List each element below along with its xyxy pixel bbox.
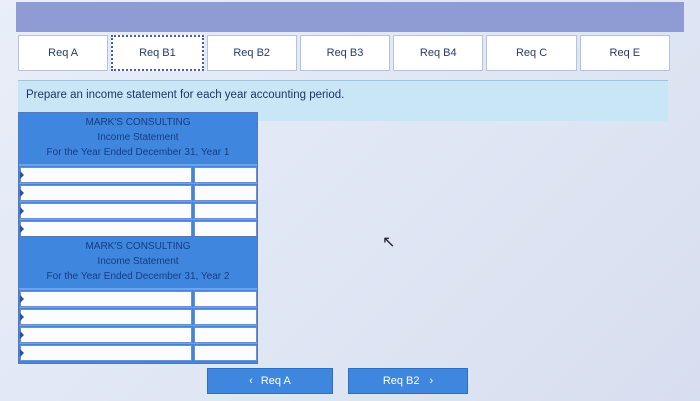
statement-period: For the Year Ended December 31, Year 1 bbox=[46, 147, 230, 158]
tab-req-e[interactable]: Req E bbox=[579, 35, 670, 71]
tab-req-a[interactable]: Req A bbox=[18, 35, 109, 71]
dropdown-marker-icon bbox=[20, 295, 24, 303]
dropdown-marker-icon bbox=[20, 171, 24, 179]
prev-req-button[interactable]: ‹ Req A bbox=[207, 368, 333, 394]
chevron-left-icon: ‹ bbox=[249, 375, 253, 387]
table-row bbox=[19, 165, 257, 183]
tab-label: Req A bbox=[48, 47, 79, 59]
income-statement-year2: MARK'S CONSULTING Income Statement For t… bbox=[18, 236, 258, 364]
dropdown-marker-icon bbox=[20, 189, 24, 197]
account-select[interactable] bbox=[20, 345, 192, 361]
amount-input[interactable] bbox=[194, 221, 257, 237]
tab-label: Req B3 bbox=[326, 47, 364, 59]
tab-req-b2[interactable]: Req B2 bbox=[206, 35, 297, 71]
top-banner bbox=[16, 2, 684, 32]
dropdown-marker-icon bbox=[20, 331, 24, 339]
next-button-label: Req B2 bbox=[382, 375, 420, 387]
next-req-button[interactable]: Req B2 › bbox=[348, 368, 468, 394]
amount-input[interactable] bbox=[194, 167, 257, 183]
chevron-right-icon: › bbox=[429, 375, 434, 387]
account-select[interactable] bbox=[20, 185, 192, 201]
requirement-tabs: Req A Req B1 Req B2 Req B3 Req B4 Req C … bbox=[18, 35, 670, 71]
statement-period: For the Year Ended December 31, Year 2 bbox=[46, 271, 230, 282]
account-select[interactable] bbox=[20, 291, 192, 307]
tab-label: Req C bbox=[515, 47, 548, 59]
tab-label: Req B4 bbox=[419, 47, 457, 59]
table-row bbox=[19, 325, 257, 343]
table-row bbox=[19, 307, 257, 325]
tab-label: Req E bbox=[609, 47, 641, 59]
amount-input[interactable] bbox=[194, 345, 257, 361]
account-select[interactable] bbox=[20, 167, 192, 183]
dropdown-marker-icon bbox=[20, 225, 24, 233]
company-name: MARK'S CONSULTING bbox=[85, 241, 191, 252]
account-select[interactable] bbox=[20, 309, 192, 325]
amount-input[interactable] bbox=[194, 291, 257, 307]
table-row bbox=[19, 289, 257, 307]
account-select[interactable] bbox=[20, 327, 192, 343]
account-select[interactable] bbox=[20, 203, 192, 219]
company-name: MARK'S CONSULTING bbox=[85, 117, 191, 128]
prev-button-label: Req A bbox=[260, 375, 291, 387]
tab-req-c[interactable]: Req C bbox=[486, 35, 577, 71]
tab-req-b3[interactable]: Req B3 bbox=[299, 35, 391, 71]
amount-input[interactable] bbox=[194, 327, 257, 343]
statement-header: MARK'S CONSULTING Income Statement For t… bbox=[19, 113, 257, 165]
table-row bbox=[19, 343, 257, 363]
table-row bbox=[19, 201, 257, 219]
dropdown-marker-icon bbox=[20, 349, 24, 357]
statement-title: Income Statement bbox=[97, 256, 179, 267]
dropdown-marker-icon bbox=[20, 313, 24, 321]
amount-input[interactable] bbox=[194, 185, 257, 201]
amount-input[interactable] bbox=[194, 309, 257, 325]
tab-label: Req B2 bbox=[233, 47, 271, 59]
amount-input[interactable] bbox=[194, 203, 257, 219]
tab-req-b1[interactable]: Req B1 bbox=[111, 35, 204, 71]
statement-header: MARK'S CONSULTING Income Statement For t… bbox=[19, 237, 257, 289]
tab-label: Req B1 bbox=[139, 47, 176, 59]
instruction-text: Prepare an income statement for each yea… bbox=[26, 89, 345, 101]
account-select[interactable] bbox=[20, 221, 192, 237]
table-row bbox=[19, 183, 257, 201]
mouse-pointer-icon: ↖ bbox=[382, 234, 396, 251]
dropdown-marker-icon bbox=[20, 207, 24, 215]
income-statement-year1: MARK'S CONSULTING Income Statement For t… bbox=[18, 112, 258, 240]
tab-req-b4[interactable]: Req B4 bbox=[393, 35, 484, 71]
statement-title: Income Statement bbox=[97, 132, 179, 143]
